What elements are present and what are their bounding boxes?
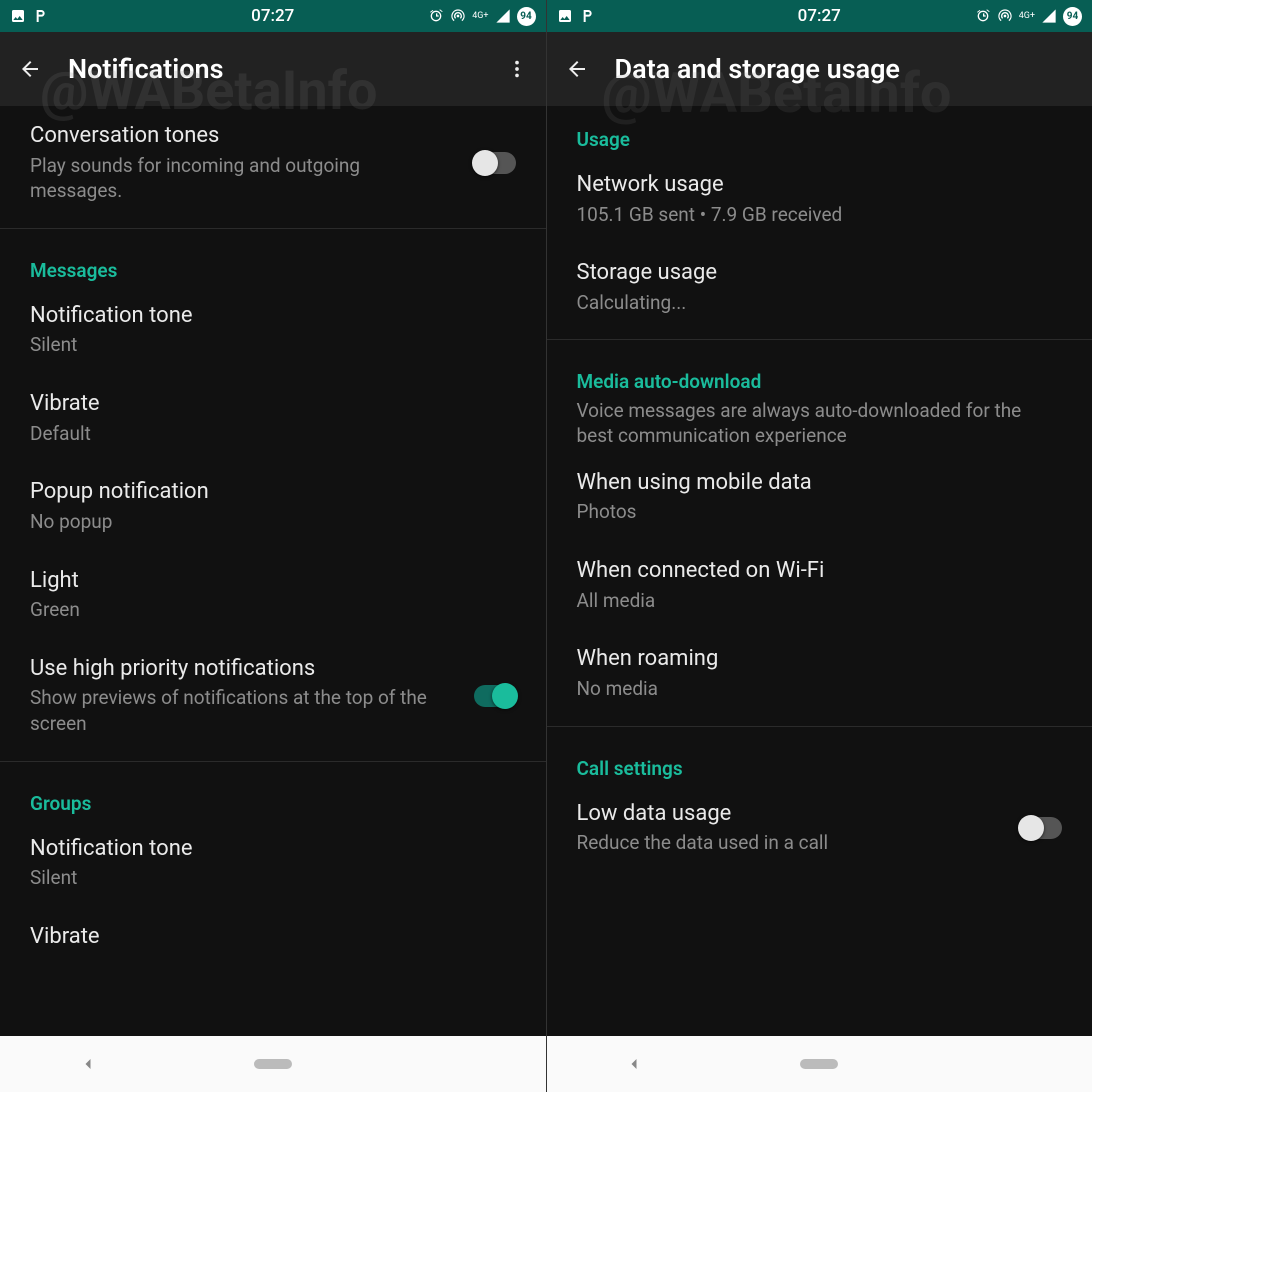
image-icon (10, 8, 26, 24)
app-bar: Notifications (0, 32, 546, 106)
group-notification-tone-row[interactable]: Notification tone Silent (0, 819, 546, 907)
row-title: Use high priority notifications (30, 655, 456, 684)
nav-home-pill[interactable] (800, 1059, 838, 1069)
row-title: Conversation tones (30, 122, 456, 151)
status-bar: 07:27 4G+ 94 (0, 0, 546, 32)
row-title: Vibrate (30, 390, 516, 419)
hotspot-icon (997, 8, 1013, 24)
back-arrow-icon[interactable] (18, 57, 42, 81)
data-storage-pane: @WABetaInfo 07:27 4G+ 94 Data and storag… (547, 0, 1093, 1092)
hotspot-icon (450, 8, 466, 24)
page-title: Data and storage usage (615, 53, 1075, 85)
battery-badge: 94 (1063, 7, 1082, 26)
row-sub: Green (30, 597, 516, 623)
wifi-row[interactable]: When connected on Wi-Fi All media (547, 541, 1093, 629)
divider (547, 339, 1093, 340)
nav-back-icon[interactable] (624, 1054, 644, 1074)
net-label: 4G+ (1019, 12, 1035, 21)
conversation-tones-row[interactable]: Conversation tones Play sounds for incom… (0, 106, 546, 220)
settings-list: Conversation tones Play sounds for incom… (0, 106, 546, 1036)
row-sub: No media (577, 676, 1063, 702)
notification-tone-row[interactable]: Notification tone Silent (0, 286, 546, 374)
row-title: When using mobile data (577, 469, 1063, 498)
row-sub: Play sounds for incoming and outgoing me… (30, 153, 456, 204)
notifications-pane: @WABetaInfo 07:27 4G+ 94 Notifications (0, 0, 547, 1092)
row-sub: 105.1 GB sent • 7.9 GB received (577, 202, 1063, 228)
divider (547, 726, 1093, 727)
nav-home-pill[interactable] (254, 1059, 292, 1069)
image-icon (557, 8, 573, 24)
more-vert-icon[interactable] (506, 58, 528, 80)
group-vibrate-row[interactable]: Vibrate (0, 907, 546, 968)
row-title: When connected on Wi-Fi (577, 557, 1063, 586)
row-title: When roaming (577, 645, 1063, 674)
row-sub: Silent (30, 332, 516, 358)
row-title: Storage usage (577, 259, 1063, 288)
row-title: Popup notification (30, 478, 516, 507)
row-sub: Photos (577, 499, 1063, 525)
row-title: Low data usage (577, 800, 1003, 829)
storage-usage-row[interactable]: Storage usage Calculating... (547, 243, 1093, 331)
row-sub: Default (30, 421, 516, 447)
status-time: 07:27 (798, 6, 841, 26)
row-sub: Show previews of notifications at the to… (30, 685, 456, 736)
messages-header: Messages (0, 237, 546, 286)
net-label: 4G+ (472, 12, 488, 21)
status-bar: 07:27 4G+ 94 (547, 0, 1093, 32)
p-icon (579, 8, 595, 24)
status-time: 07:27 (251, 6, 294, 26)
roaming-row[interactable]: When roaming No media (547, 629, 1093, 717)
row-title: Notification tone (30, 302, 516, 331)
vibrate-row[interactable]: Vibrate Default (0, 374, 546, 462)
row-title: Vibrate (30, 923, 516, 952)
settings-list: Usage Network usage 105.1 GB sent • 7.9 … (547, 106, 1093, 1036)
android-nav-bar (547, 1036, 1093, 1092)
section-caption: Voice messages are always auto-downloade… (577, 399, 1063, 448)
media-auto-download-header: Media auto-download Voice messages are a… (547, 348, 1093, 452)
android-nav-bar (0, 1036, 546, 1092)
divider (0, 228, 546, 229)
popup-row[interactable]: Popup notification No popup (0, 462, 546, 550)
high-priority-row[interactable]: Use high priority notifications Show pre… (0, 639, 546, 753)
network-usage-row[interactable]: Network usage 105.1 GB sent • 7.9 GB rec… (547, 155, 1093, 243)
alarm-icon (428, 8, 444, 24)
row-sub: Calculating... (577, 290, 1063, 316)
mobile-data-row[interactable]: When using mobile data Photos (547, 453, 1093, 541)
high-priority-toggle[interactable] (474, 685, 516, 707)
low-data-toggle[interactable] (1020, 817, 1062, 839)
nav-back-icon[interactable] (78, 1054, 98, 1074)
p-icon (32, 8, 48, 24)
light-row[interactable]: Light Green (0, 551, 546, 639)
conv-tones-toggle[interactable] (474, 152, 516, 174)
alarm-icon (975, 8, 991, 24)
row-sub: No popup (30, 509, 516, 535)
low-data-usage-row[interactable]: Low data usage Reduce the data used in a… (547, 784, 1093, 872)
row-title: Notification tone (30, 835, 516, 864)
signal-icon (1041, 8, 1057, 24)
signal-icon (495, 8, 511, 24)
row-sub: Reduce the data used in a call (577, 830, 1003, 856)
row-title: Network usage (577, 171, 1063, 200)
row-title: Light (30, 567, 516, 596)
page-title: Notifications (68, 53, 480, 85)
usage-header: Usage (547, 106, 1093, 155)
divider (0, 761, 546, 762)
battery-badge: 94 (517, 7, 536, 26)
back-arrow-icon[interactable] (565, 57, 589, 81)
call-settings-header: Call settings (547, 735, 1093, 784)
groups-header: Groups (0, 770, 546, 819)
app-bar: Data and storage usage (547, 32, 1093, 106)
row-sub: All media (577, 588, 1063, 614)
row-sub: Silent (30, 865, 516, 891)
